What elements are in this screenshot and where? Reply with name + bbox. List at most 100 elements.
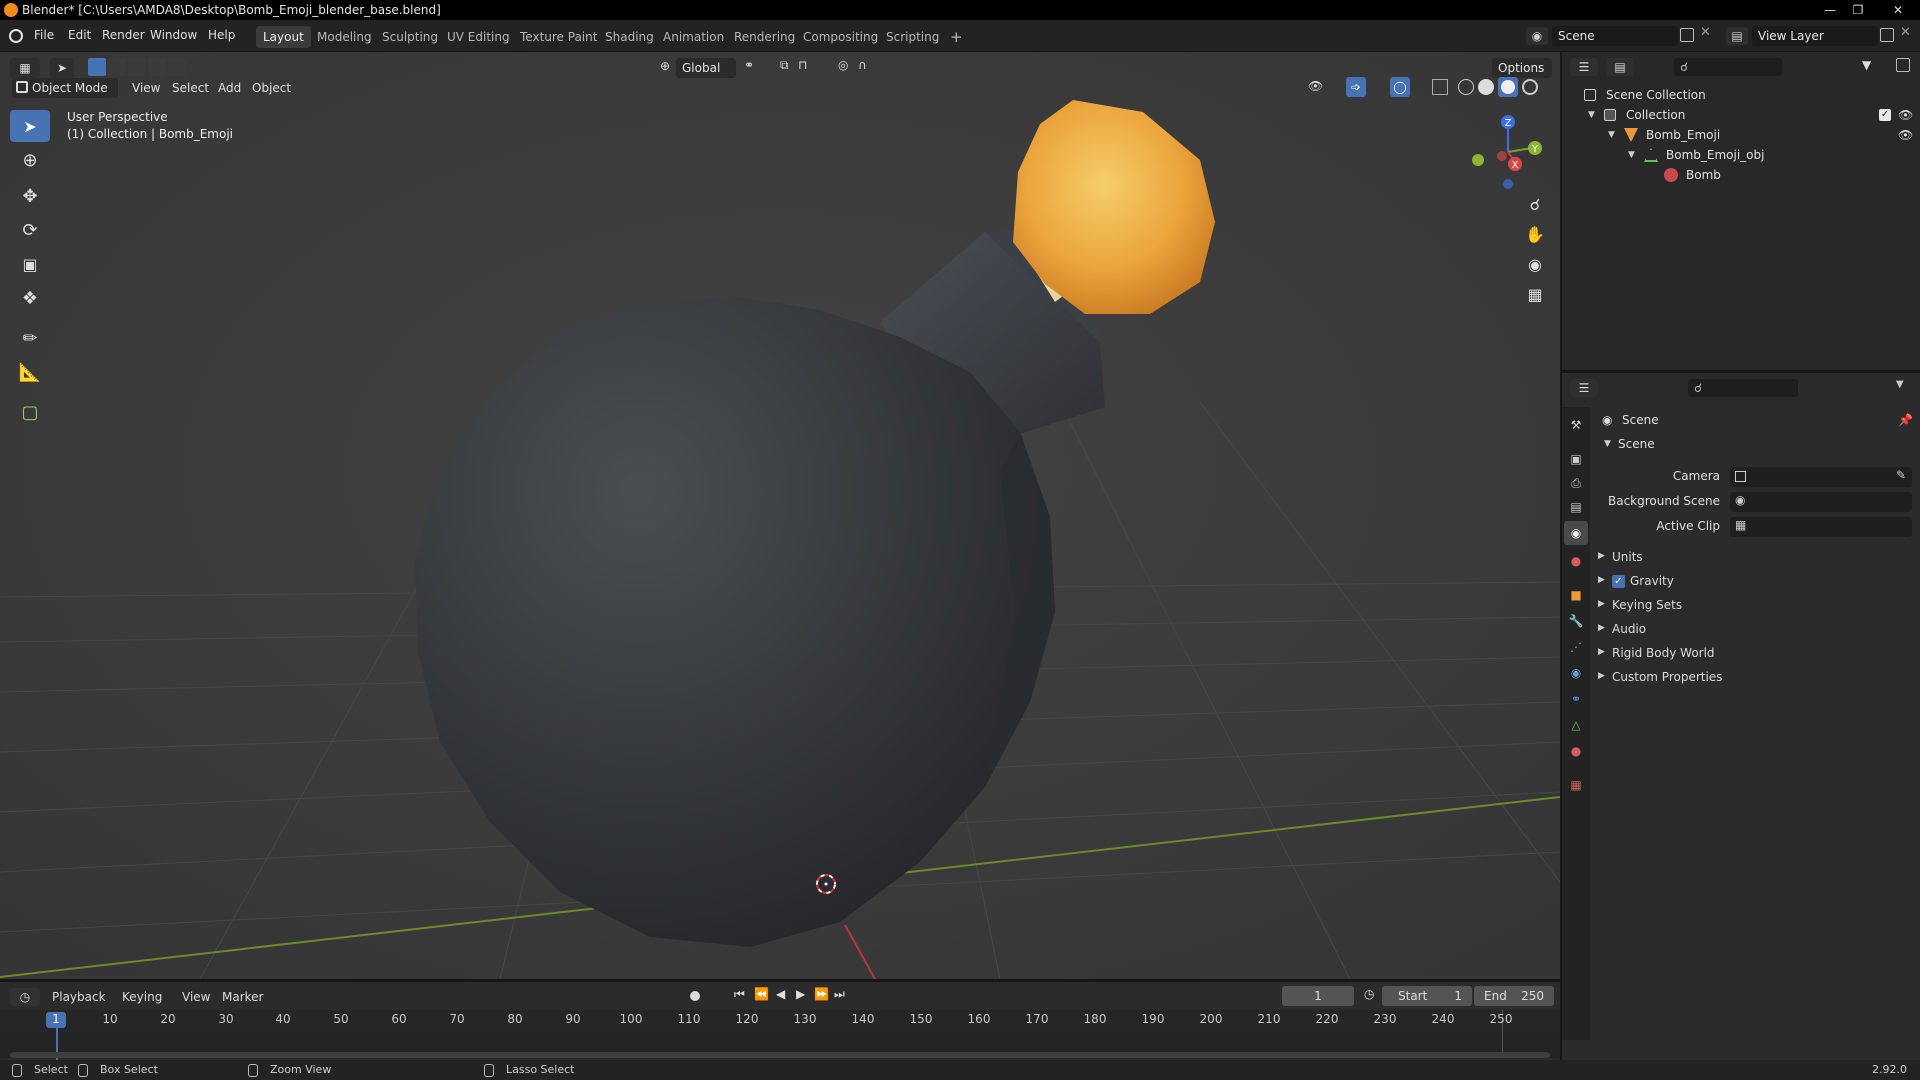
close-icon[interactable]: ✕ [1880, 0, 1916, 20]
tab-compositing[interactable]: Compositing [796, 26, 885, 48]
new-scene-icon[interactable] [1680, 28, 1694, 42]
tool-move[interactable]: ✥ [10, 180, 50, 212]
physics-tab-icon[interactable]: ◉ [1564, 661, 1588, 685]
view-layer-tab-icon[interactable]: ▤ [1564, 495, 1588, 519]
outliner-row-bomb-emoji[interactable]: ▼ Bomb_Emoji 👁 [1562, 125, 1920, 145]
tool-annotate[interactable]: ✏ [10, 322, 50, 354]
prev-keyframe-icon[interactable]: ⏪ [754, 987, 769, 1001]
pivot-point-icon[interactable]: ⚭ [744, 58, 754, 72]
timeline-scrollbar[interactable] [10, 1052, 1550, 1058]
data-tab-icon[interactable]: △ [1564, 713, 1588, 737]
subpanel-gravity[interactable]: ▶ ✓ Gravity [1598, 572, 1914, 592]
timeline-menu-view[interactable]: View [182, 990, 210, 1004]
view-layer-field[interactable]: View Layer [1752, 26, 1878, 46]
expand-arrow-icon[interactable]: ▼ [1608, 125, 1615, 145]
subpanel-keying-sets[interactable]: ▶ Keying Sets [1598, 596, 1914, 616]
tool-tab-icon[interactable]: ⚒ [1564, 413, 1588, 437]
xray-toggle-icon[interactable] [1432, 79, 1448, 95]
zoom-view-button[interactable]: ☌ [1520, 190, 1550, 218]
outliner-row-bomb-emoji-obj[interactable]: ▼ Bomb_Emoji_obj [1562, 145, 1920, 165]
minimize-icon[interactable]: — [1818, 0, 1842, 20]
select-intersect-icon[interactable] [168, 58, 186, 76]
gizmo-toggle-icon[interactable]: ➩ [1346, 77, 1366, 97]
solid-shading-icon[interactable] [1478, 79, 1494, 95]
snap-icon[interactable]: ⧉ [780, 58, 789, 73]
material-tab-icon[interactable]: ● [1564, 739, 1588, 763]
outliner-row-bomb-material[interactable]: Bomb [1562, 165, 1920, 185]
properties-editor-icon[interactable]: ☰ [1570, 379, 1598, 397]
modifiers-tab-icon[interactable]: 🔧 [1564, 609, 1588, 633]
visibility-icon[interactable]: 👁 [1308, 79, 1323, 93]
start-frame-field[interactable]: Start 1 [1382, 986, 1472, 1006]
filter-icon[interactable]: ▼ [1862, 58, 1871, 72]
expand-arrow-icon[interactable]: ▼ [1628, 145, 1635, 165]
gravity-checkbox[interactable]: ✓ [1612, 575, 1625, 588]
tab-rendering[interactable]: Rendering [727, 26, 802, 48]
constraints-tab-icon[interactable]: ⚭ [1564, 687, 1588, 711]
viewport-menu-object[interactable]: Object [252, 81, 291, 95]
object-tab-icon[interactable]: ■ [1564, 583, 1588, 607]
menu-render[interactable]: Render [102, 28, 145, 42]
editor-type-icon[interactable]: ▦ [10, 58, 40, 78]
tab-modeling[interactable]: Modeling [310, 26, 379, 48]
ortho-toggle-button[interactable]: ▦ [1520, 280, 1550, 308]
select-set-icon[interactable] [88, 58, 106, 76]
scene-tab-icon[interactable]: ◉ [1564, 521, 1588, 545]
menu-window[interactable]: Window [150, 28, 197, 42]
falloff-icon[interactable]: ∩ [858, 58, 867, 72]
timeline-menu-marker[interactable]: Marker [222, 990, 263, 1004]
outliner-row-scene-collection[interactable]: Scene Collection [1562, 85, 1920, 105]
tool-add-cube[interactable]: ▢ [10, 396, 50, 428]
transform-orientation-select[interactable]: Global [676, 58, 736, 78]
jump-end-icon[interactable]: ⏭ [834, 987, 845, 1002]
tab-texture-paint[interactable]: Texture Paint [513, 26, 604, 48]
world-tab-icon[interactable]: ● [1564, 549, 1588, 573]
new-view-layer-icon[interactable] [1880, 28, 1894, 42]
expand-arrow-icon[interactable]: ▼ [1588, 105, 1595, 125]
overlays-toggle-icon[interactable]: ◯ [1390, 77, 1410, 97]
eyedropper-icon[interactable]: ✎ [1896, 468, 1906, 482]
select-extend-icon[interactable] [108, 58, 126, 76]
background-scene-field[interactable]: ◉ [1730, 492, 1912, 512]
menu-file[interactable]: File [34, 28, 54, 42]
viewport-menu-view[interactable]: View [132, 81, 160, 95]
tab-scripting[interactable]: Scripting [879, 26, 946, 48]
tool-transform[interactable]: ❖ [10, 282, 50, 314]
eye-icon[interactable]: 👁 [1898, 105, 1913, 125]
subpanel-custom-properties[interactable]: ▶ Custom Properties [1598, 668, 1914, 688]
jump-start-icon[interactable]: ⏮ [734, 987, 745, 1002]
timeline-menu-keying[interactable]: Keying [122, 990, 162, 1004]
exclude-checkbox[interactable]: ✓ [1879, 109, 1891, 121]
scene-selector-icon[interactable]: ◉ [1526, 27, 1548, 45]
outliner-editor-icon[interactable]: ☰ [1570, 58, 1598, 76]
texture-tab-icon[interactable]: ▦ [1564, 773, 1588, 797]
record-icon[interactable] [690, 991, 700, 1001]
3d-viewport[interactable]: ▦ ➤ ⊕ Global ⚭ ⧉ ⊓ ◎ ∩ Options Object Mo… [0, 52, 1560, 979]
eye-icon[interactable]: 👁 [1898, 125, 1913, 145]
options-dropdown[interactable]: Options [1492, 58, 1552, 78]
material-shading-icon[interactable] [1498, 77, 1518, 97]
tool-rotate[interactable]: ⟳ [10, 214, 50, 246]
render-tab-icon[interactable]: ▣ [1564, 447, 1588, 471]
delete-scene-icon[interactable]: ✕ [1700, 25, 1711, 40]
end-frame-field[interactable]: End 250 [1474, 986, 1554, 1006]
menu-help[interactable]: Help [208, 28, 235, 42]
delete-view-layer-icon[interactable]: ✕ [1900, 25, 1911, 40]
subpanel-units[interactable]: ▶ Units [1598, 548, 1914, 568]
select-mode-icon[interactable]: ➤ [50, 58, 74, 78]
view-layer-icon[interactable]: ▤ [1726, 27, 1748, 45]
menu-edit[interactable]: Edit [68, 28, 91, 42]
preview-range-icon[interactable]: ◷ [1364, 987, 1374, 1001]
tab-layout[interactable]: Layout [256, 26, 311, 48]
properties-options-icon[interactable]: ▼ [1896, 379, 1904, 390]
timeline-editor-icon[interactable]: ◷ [10, 988, 40, 1006]
play-icon[interactable]: ▶ [796, 987, 805, 1001]
subpanel-rigid-body-world[interactable]: ▶ Rigid Body World [1598, 644, 1914, 664]
new-collection-icon[interactable] [1896, 58, 1910, 72]
particles-tab-icon[interactable]: ⋰ [1564, 635, 1588, 659]
current-frame-field[interactable]: 1 [1282, 986, 1354, 1006]
tab-shading[interactable]: Shading [598, 26, 661, 48]
outliner-row-collection[interactable]: ▼ Collection ✓ 👁 [1562, 105, 1920, 125]
active-clip-field[interactable]: ▦ [1730, 517, 1912, 537]
subpanel-audio[interactable]: ▶ Audio [1598, 620, 1914, 640]
